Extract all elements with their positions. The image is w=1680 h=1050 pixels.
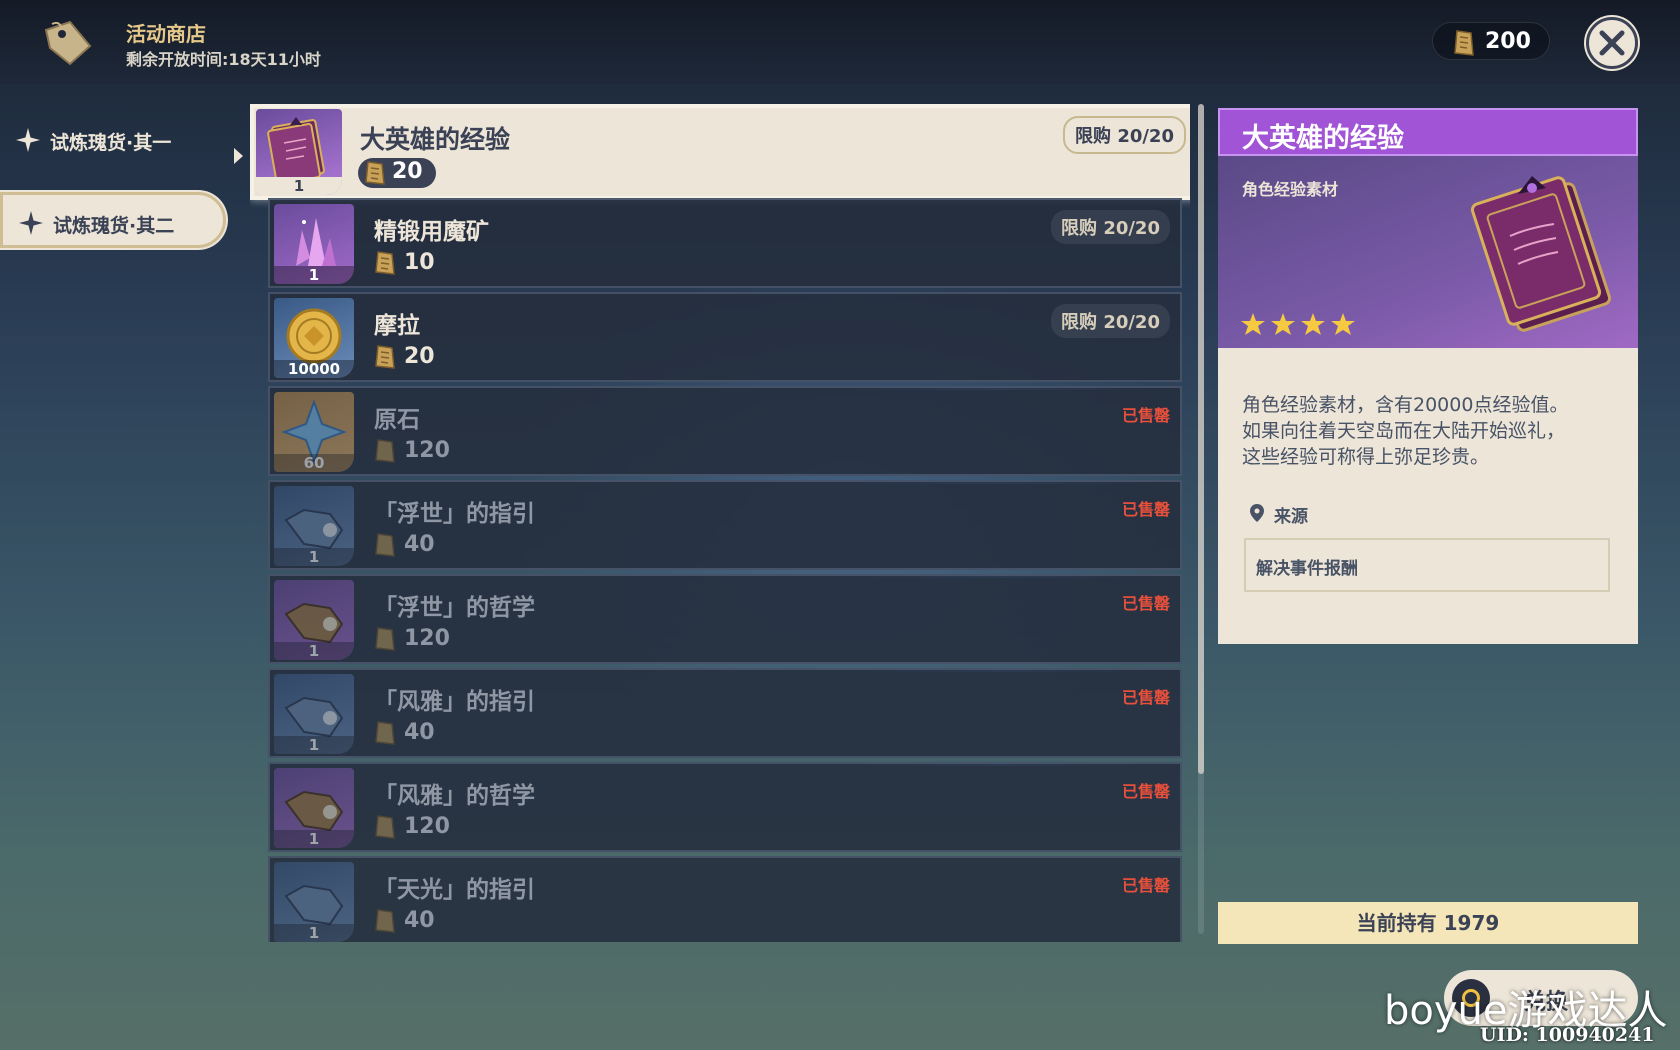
- description-line: 角色经验素材，含有20000点经验值。: [1242, 394, 1569, 416]
- price-tag-icon: [44, 20, 92, 66]
- close-icon: [1599, 30, 1625, 56]
- item-thumbnail: 1: [274, 204, 354, 284]
- tab-trial-goods-2[interactable]: 试炼瑰货·其二: [0, 192, 226, 248]
- item-name: 「天光」的指引: [374, 877, 535, 903]
- tab-label: 试炼瑰货·其一: [50, 132, 172, 154]
- source-entry-label: 解决事件报酬: [1256, 559, 1358, 579]
- item-name: 原石: [374, 407, 420, 433]
- detail-banner: 角色经验素材: [1218, 156, 1638, 348]
- currency-amount: 200: [1485, 29, 1531, 54]
- detail-header: 大英雄的经验: [1218, 108, 1638, 156]
- trial-token-icon: [375, 345, 395, 369]
- item-thumbnail: 60: [274, 392, 354, 472]
- shop-item-row[interactable]: 1 「浮世」的指引 40 已售罄: [268, 480, 1182, 570]
- shop-item-row[interactable]: 1 精锻用魔矿 10 限购 20/20: [268, 198, 1182, 288]
- currency-counter: 200: [1432, 22, 1550, 60]
- sold-out-badge: 已售罄: [1121, 594, 1170, 613]
- trial-token-icon: [375, 533, 395, 557]
- item-price-value: 20: [392, 159, 423, 184]
- detail-item-type: 角色经验素材: [1242, 180, 1339, 199]
- sparkle-icon: [19, 211, 43, 235]
- item-count: 1: [274, 924, 354, 942]
- sparkle-icon: [16, 128, 40, 152]
- item-price-value: 40: [404, 532, 435, 557]
- trial-token-icon: [375, 815, 395, 839]
- item-count: 1: [274, 830, 354, 848]
- purchase-limit: 限购 20/20: [1051, 304, 1170, 338]
- item-price-value: 120: [404, 814, 450, 839]
- item-thumbnail: 1: [274, 580, 354, 660]
- shop-item-row[interactable]: 1 「风雅」的哲学 120 已售罄: [268, 762, 1182, 852]
- item-name: 精锻用魔矿: [374, 219, 489, 245]
- description-line: 如果向往着天空岛而在大陆开始巡礼，: [1242, 420, 1566, 442]
- shop-item-row[interactable]: 1 「浮世」的哲学 120 已售罄: [268, 574, 1182, 664]
- trial-token-icon: [375, 721, 395, 745]
- shop-item-row[interactable]: 10000 摩拉 20 限购 20/20: [268, 292, 1182, 382]
- shop-title: 活动商店: [126, 22, 206, 46]
- tab-label: 试炼瑰货·其二: [53, 215, 175, 237]
- shop-item-row[interactable]: 60 原石 120 已售罄: [268, 386, 1182, 476]
- top-bar: 活动商店 剩余开放时间:18天11小时 200: [0, 0, 1680, 84]
- item-name: 摩拉: [374, 313, 420, 339]
- trial-token-icon: [365, 161, 385, 185]
- sold-out-badge: 已售罄: [1121, 500, 1170, 519]
- item-thumbnail: 1: [274, 768, 354, 848]
- user-uid: UID: 100940241: [1480, 1024, 1655, 1046]
- item-thumbnail: 1: [274, 862, 354, 942]
- hero-wit-book-icon: [1470, 176, 1612, 332]
- item-name: 「风雅」的指引: [374, 689, 535, 715]
- description-line: 这些经验可称得上弥足珍贵。: [1242, 446, 1490, 468]
- owned-count: 当前持有 1979: [1218, 902, 1638, 944]
- shop-item-row[interactable]: 1 「风雅」的指引 40 已售罄: [268, 668, 1182, 758]
- item-name: 大英雄的经验: [360, 125, 511, 154]
- item-thumbnail: 1: [274, 674, 354, 754]
- trial-token-icon: [1454, 30, 1474, 56]
- item-price-value: 40: [404, 720, 435, 745]
- sold-out-badge: 已售罄: [1121, 782, 1170, 801]
- item-count: 60: [274, 454, 354, 472]
- item-name: 「浮世」的指引: [374, 501, 535, 527]
- item-count: 1: [256, 177, 342, 195]
- purchase-limit: 限购 20/20: [1063, 116, 1186, 154]
- item-description: 角色经验素材，含有20000点经验值。 如果向往着天空岛而在大陆开始巡礼， 这些…: [1242, 392, 1622, 470]
- shop-item-row[interactable]: 1 大英雄的经验 20 限购 20/20: [250, 104, 1190, 200]
- item-count: 1: [274, 266, 354, 284]
- shop-remaining-time: 剩余开放时间:18天11小时: [126, 50, 321, 69]
- rarity-stars: [1241, 313, 1355, 335]
- sold-out-badge: 已售罄: [1121, 876, 1170, 895]
- location-pin-icon: [1250, 504, 1264, 522]
- item-thumbnail: 1: [274, 486, 354, 566]
- item-price-value: 20: [404, 344, 435, 369]
- item-count: 1: [274, 548, 354, 566]
- shop-item-list[interactable]: 1 大英雄的经验 20 限购 20/20 1 精锻用魔矿 10 限购 20/20…: [250, 104, 1190, 942]
- tab-pointer-icon: [234, 148, 243, 164]
- sold-out-badge: 已售罄: [1121, 406, 1170, 425]
- trial-token-icon: [375, 909, 395, 933]
- item-thumbnail: 10000: [274, 298, 354, 378]
- list-scrollbar-thumb[interactable]: [1198, 104, 1204, 774]
- item-count: 1: [274, 736, 354, 754]
- item-detail-panel: 大英雄的经验 角色经验素材 角色经验素材，含有20000点经验值。 如果向往着天…: [1218, 108, 1638, 644]
- item-price-value: 120: [404, 438, 450, 463]
- item-price-value: 120: [404, 626, 450, 651]
- item-thumbnail: 1: [256, 109, 342, 195]
- tab-trial-goods-1[interactable]: 试炼瑰货·其一: [0, 112, 226, 168]
- item-price: 20: [358, 158, 436, 188]
- purchase-limit: 限购 20/20: [1051, 210, 1170, 244]
- item-price-value: 10: [404, 250, 435, 275]
- detail-title: 大英雄的经验: [1242, 123, 1404, 154]
- item-name: 「浮世」的哲学: [374, 595, 535, 621]
- item-name: 「风雅」的哲学: [374, 783, 535, 809]
- close-button[interactable]: [1586, 17, 1638, 69]
- trial-token-icon: [375, 439, 395, 463]
- sold-out-badge: 已售罄: [1121, 688, 1170, 707]
- item-price-value: 40: [404, 908, 435, 933]
- trial-token-icon: [375, 251, 395, 275]
- shop-item-row[interactable]: 1 「天光」的指引 40 已售罄: [268, 856, 1182, 942]
- trial-token-icon: [375, 627, 395, 651]
- item-count: 1: [274, 642, 354, 660]
- item-count: 10000: [274, 360, 354, 378]
- source-entry[interactable]: 解决事件报酬: [1244, 538, 1610, 592]
- source-label: 来源: [1274, 507, 1308, 527]
